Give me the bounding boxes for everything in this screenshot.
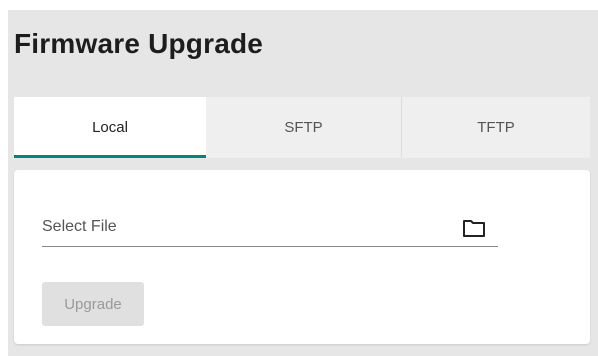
select-file-field[interactable]: Select File: [42, 208, 498, 247]
upgrade-button[interactable]: Upgrade: [42, 282, 144, 326]
tab-bar: Local SFTP TFTP: [14, 97, 590, 158]
upload-card: Select File Upgrade: [14, 170, 590, 344]
page-title: Firmware Upgrade: [14, 28, 264, 59]
tab-sftp[interactable]: SFTP: [206, 97, 402, 158]
select-file-placeholder: Select File: [42, 218, 117, 235]
tab-local[interactable]: Local: [14, 97, 206, 158]
tab-tftp[interactable]: TFTP: [402, 97, 590, 158]
folder-icon[interactable]: [462, 218, 486, 238]
